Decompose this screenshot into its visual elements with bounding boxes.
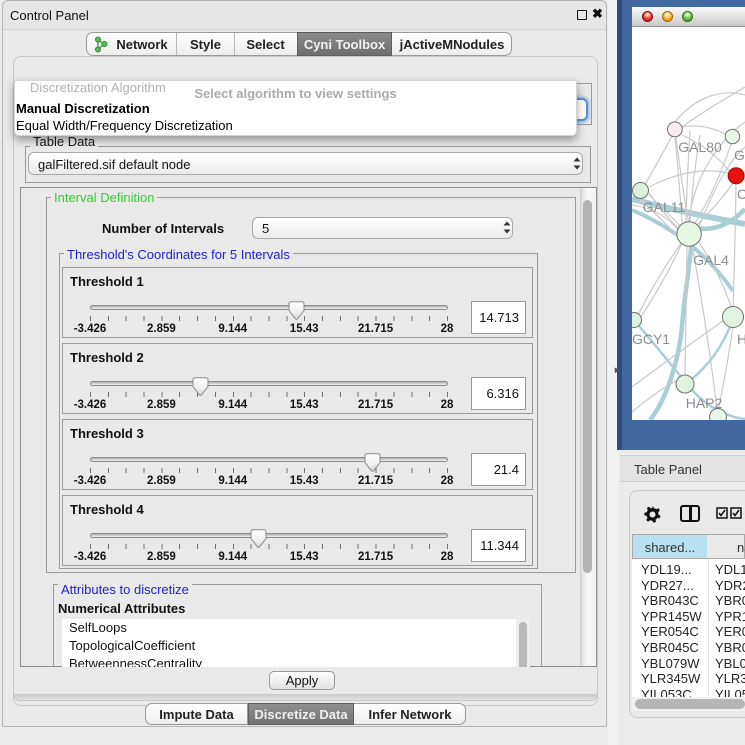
- svg-text:GA: GA: [734, 147, 745, 163]
- svg-text:GCY1: GCY1: [632, 331, 670, 347]
- svg-text:HAP2: HAP2: [686, 395, 723, 411]
- svg-text:C: C: [737, 186, 745, 202]
- svg-text:GAL4: GAL4: [693, 252, 729, 268]
- svg-text:GAL80: GAL80: [678, 139, 722, 155]
- svg-text:GAL11: GAL11: [643, 199, 686, 215]
- svg-text:H: H: [737, 331, 745, 347]
